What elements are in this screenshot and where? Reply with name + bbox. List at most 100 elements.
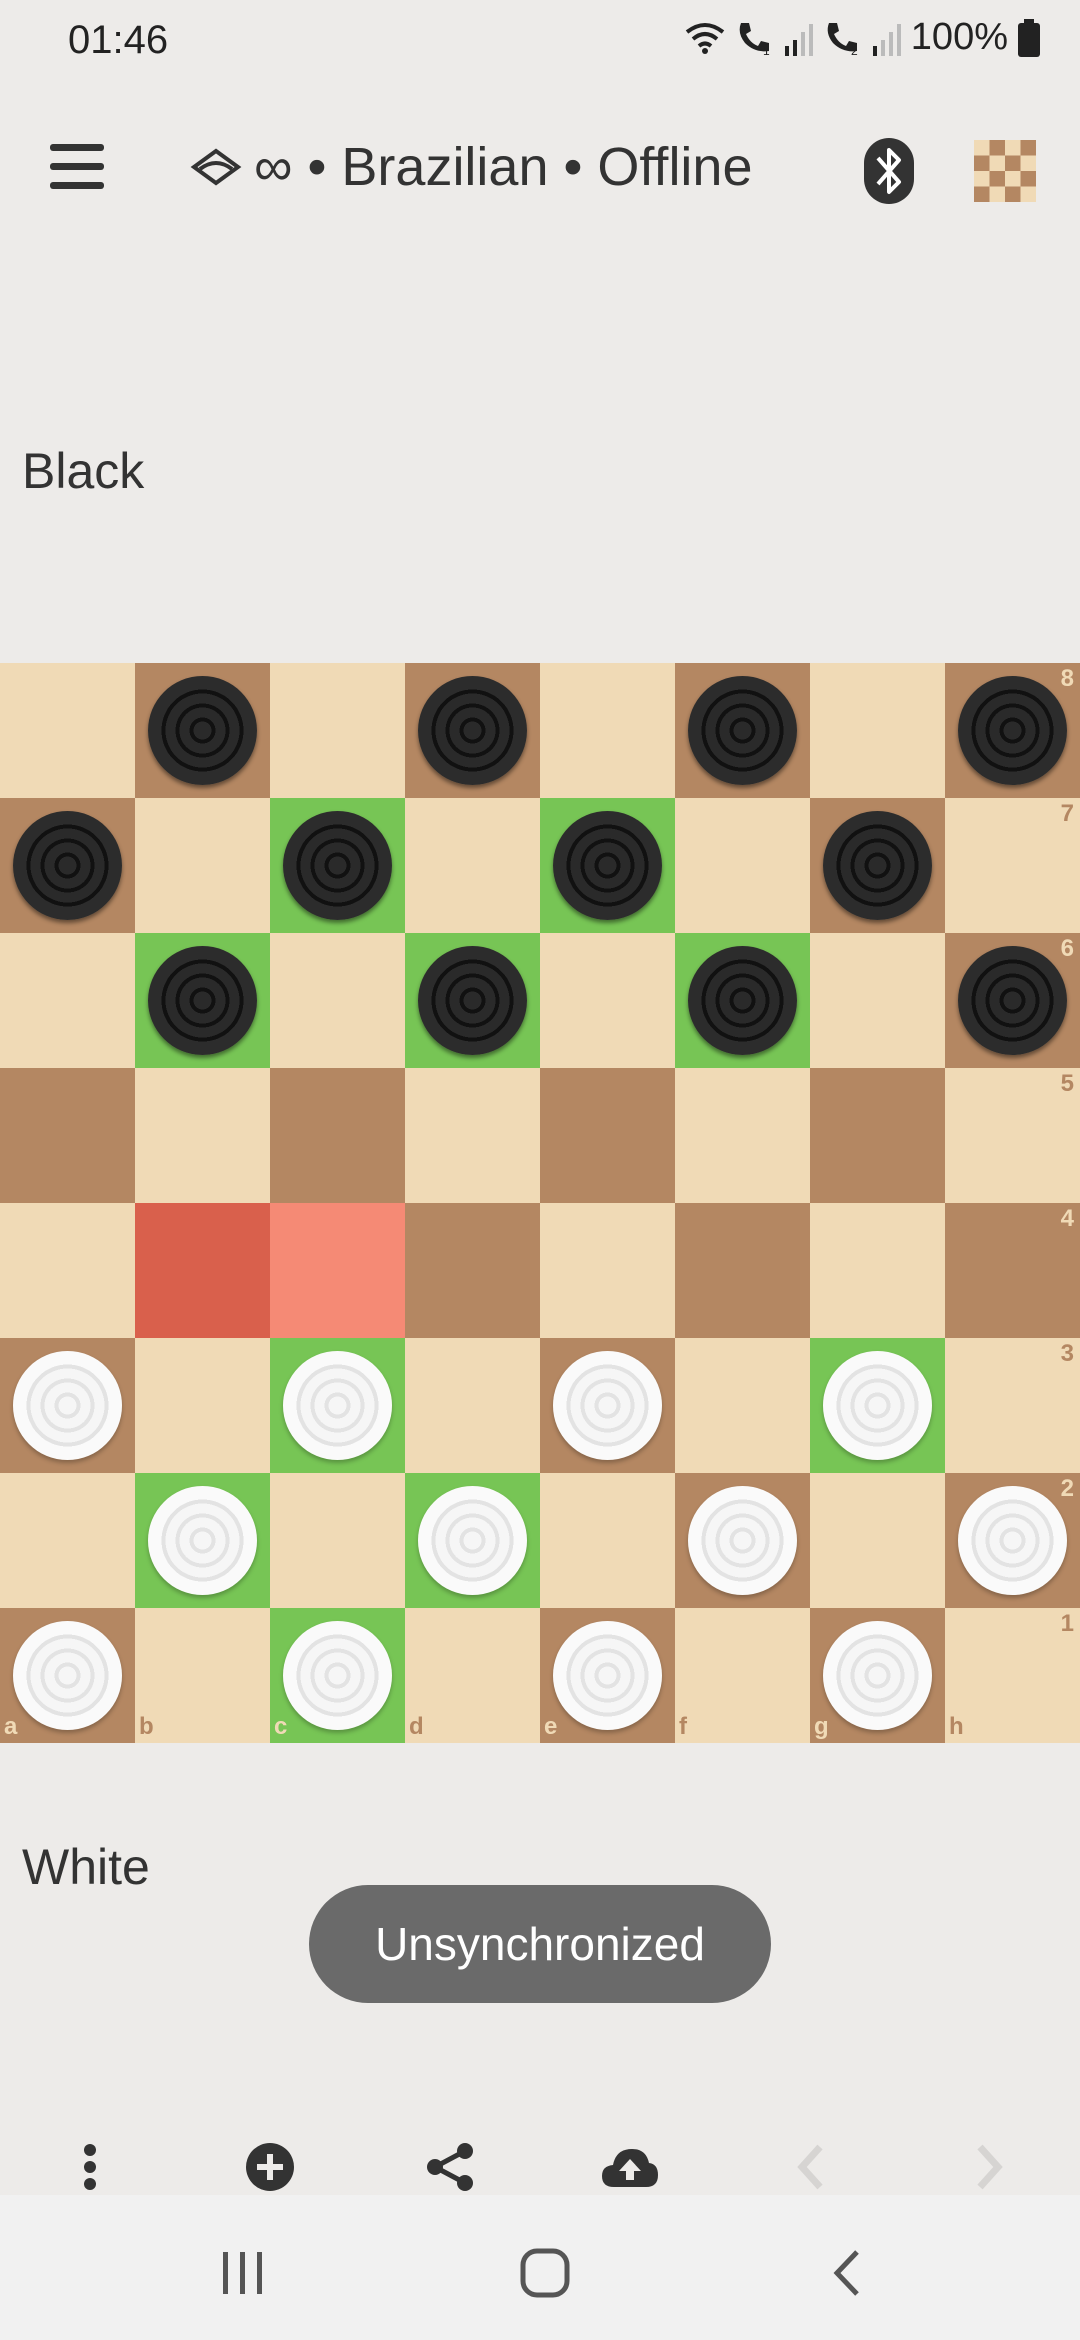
board-square-f7[interactable]: [675, 798, 810, 933]
black-checker-piece[interactable]: [823, 811, 932, 920]
black-checker-piece[interactable]: [688, 676, 797, 785]
board-square-d3[interactable]: [405, 1338, 540, 1473]
white-checker-piece[interactable]: [283, 1621, 392, 1730]
board-square-a7[interactable]: [0, 798, 135, 933]
board-square-h8[interactable]: 8: [945, 663, 1080, 798]
white-checker-piece[interactable]: [418, 1486, 527, 1595]
game-title[interactable]: ∞ • Brazilian • Offline: [190, 136, 753, 198]
board-square-c4[interactable]: [270, 1203, 405, 1338]
white-checker-piece[interactable]: [553, 1621, 662, 1730]
black-checker-piece[interactable]: [958, 676, 1067, 785]
white-checker-piece[interactable]: [823, 1351, 932, 1460]
board-square-b4[interactable]: [135, 1203, 270, 1338]
black-checker-piece[interactable]: [13, 811, 122, 920]
board-square-c6[interactable]: [270, 933, 405, 1068]
board-square-d7[interactable]: [405, 798, 540, 933]
file-label: g: [814, 1713, 829, 1740]
board-square-b6[interactable]: [135, 933, 270, 1068]
board-square-c1[interactable]: c: [270, 1608, 405, 1743]
board-square-a2[interactable]: [0, 1473, 135, 1608]
menu-icon[interactable]: [50, 144, 104, 194]
board-square-g3[interactable]: [810, 1338, 945, 1473]
board-square-h3[interactable]: 3: [945, 1338, 1080, 1473]
board-square-b8[interactable]: [135, 663, 270, 798]
board-square-c2[interactable]: [270, 1473, 405, 1608]
board-square-f3[interactable]: [675, 1338, 810, 1473]
black-checker-piece[interactable]: [148, 946, 257, 1055]
board-square-d1[interactable]: d: [405, 1608, 540, 1743]
white-checker-piece[interactable]: [13, 1621, 122, 1730]
board-square-g6[interactable]: [810, 933, 945, 1068]
white-checker-piece[interactable]: [148, 1486, 257, 1595]
white-checker-piece[interactable]: [553, 1351, 662, 1460]
board-square-h1[interactable]: 1h: [945, 1608, 1080, 1743]
board-square-g2[interactable]: [810, 1473, 945, 1608]
board-square-e3[interactable]: [540, 1338, 675, 1473]
board-square-h2[interactable]: 2: [945, 1473, 1080, 1608]
board-square-e1[interactable]: e: [540, 1608, 675, 1743]
board-theme-icon[interactable]: [974, 140, 1036, 202]
black-checker-piece[interactable]: [553, 811, 662, 920]
signal-icon: [872, 23, 901, 56]
board-square-h6[interactable]: 6: [945, 933, 1080, 1068]
board-square-b3[interactable]: [135, 1338, 270, 1473]
board-square-d6[interactable]: [405, 933, 540, 1068]
board-square-h7[interactable]: 7: [945, 798, 1080, 933]
board-square-b1[interactable]: b: [135, 1608, 270, 1743]
board-square-d2[interactable]: [405, 1473, 540, 1608]
board-square-a5[interactable]: [0, 1068, 135, 1203]
board-square-g1[interactable]: g: [810, 1608, 945, 1743]
board-square-f4[interactable]: [675, 1203, 810, 1338]
white-checker-piece[interactable]: [13, 1351, 122, 1460]
white-checker-piece[interactable]: [958, 1486, 1067, 1595]
black-checker-piece[interactable]: [418, 676, 527, 785]
black-checker-piece[interactable]: [283, 811, 392, 920]
board-square-f8[interactable]: [675, 663, 810, 798]
bluetooth-icon[interactable]: [864, 138, 914, 204]
board-square-d5[interactable]: [405, 1068, 540, 1203]
white-checker-piece[interactable]: [283, 1351, 392, 1460]
board-square-h5[interactable]: 5: [945, 1068, 1080, 1203]
board-square-c3[interactable]: [270, 1338, 405, 1473]
board-square-a8[interactable]: [0, 663, 135, 798]
back-icon[interactable]: [812, 2243, 882, 2303]
board-square-a3[interactable]: [0, 1338, 135, 1473]
board-square-g4[interactable]: [810, 1203, 945, 1338]
board-square-a4[interactable]: [0, 1203, 135, 1338]
board-square-d8[interactable]: [405, 663, 540, 798]
board-square-a1[interactable]: a: [0, 1608, 135, 1743]
file-label: a: [4, 1713, 18, 1740]
board-square-g8[interactable]: [810, 663, 945, 798]
board-square-b5[interactable]: [135, 1068, 270, 1203]
call-sim2-icon: 2: [827, 22, 858, 57]
board-square-e2[interactable]: [540, 1473, 675, 1608]
board-square-e6[interactable]: [540, 933, 675, 1068]
board-square-c7[interactable]: [270, 798, 405, 933]
board-square-f6[interactable]: [675, 933, 810, 1068]
home-icon[interactable]: [510, 2243, 580, 2303]
board-square-f2[interactable]: [675, 1473, 810, 1608]
board-square-e7[interactable]: [540, 798, 675, 933]
black-checker-piece[interactable]: [958, 946, 1067, 1055]
recent-apps-icon[interactable]: [208, 2243, 278, 2303]
board-square-b7[interactable]: [135, 798, 270, 933]
board-square-e5[interactable]: [540, 1068, 675, 1203]
board-square-b2[interactable]: [135, 1473, 270, 1608]
board-square-h4[interactable]: 4: [945, 1203, 1080, 1338]
board-square-e8[interactable]: [540, 663, 675, 798]
black-checker-piece[interactable]: [148, 676, 257, 785]
board-square-c8[interactable]: [270, 663, 405, 798]
board-square-e4[interactable]: [540, 1203, 675, 1338]
board-square-g5[interactable]: [810, 1068, 945, 1203]
black-checker-piece[interactable]: [688, 946, 797, 1055]
board-square-d4[interactable]: [405, 1203, 540, 1338]
board-square-a6[interactable]: [0, 933, 135, 1068]
black-checker-piece[interactable]: [418, 946, 527, 1055]
white-checker-piece[interactable]: [823, 1621, 932, 1730]
board-square-g7[interactable]: [810, 798, 945, 933]
white-checker-piece[interactable]: [688, 1486, 797, 1595]
board-square-c5[interactable]: [270, 1068, 405, 1203]
board-square-f5[interactable]: [675, 1068, 810, 1203]
checkers-board[interactable]: 8765432 a bcdefg 1h: [0, 663, 1080, 1743]
board-square-f1[interactable]: f: [675, 1608, 810, 1743]
